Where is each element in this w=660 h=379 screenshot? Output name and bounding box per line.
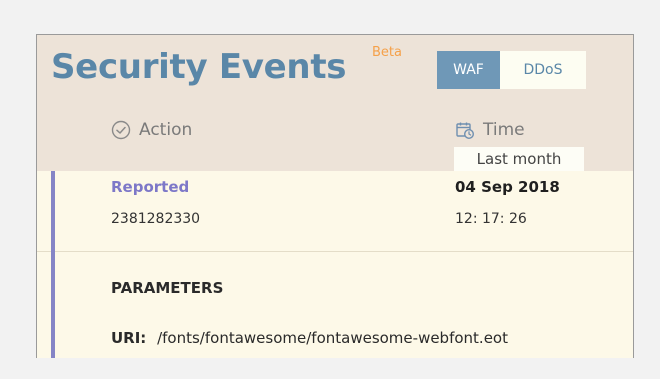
column-header-time[interactable]: Time	[455, 120, 525, 140]
check-circle-icon	[111, 120, 131, 140]
event-accent-bar	[51, 171, 55, 358]
column-header-action[interactable]: Action	[111, 120, 192, 140]
event-date: 04 Sep 2018	[455, 178, 560, 196]
parameters-heading: PARAMETERS	[111, 279, 224, 297]
tab-waf[interactable]: WAF	[437, 51, 500, 89]
uri-value: /fonts/fontawesome/fontawesome-webfont.e…	[157, 329, 508, 347]
column-label-time: Time	[483, 120, 525, 140]
tab-ddos[interactable]: DDoS	[500, 51, 586, 89]
security-events-panel: Security Events Beta WAF DDoS Action Tim…	[36, 34, 634, 358]
page-title: Security Events	[51, 47, 347, 87]
calendar-clock-icon	[455, 120, 475, 140]
time-range-filter[interactable]: Last month	[454, 147, 584, 171]
column-label-action: Action	[139, 120, 193, 140]
event-id: 2381282330	[111, 211, 201, 227]
uri-row: URI: /fonts/fontawesome/fontawesome-webf…	[111, 329, 508, 347]
uri-label: URI:	[111, 329, 147, 347]
event-time: 12: 17: 26	[455, 211, 527, 227]
event-type-tabs: WAF DDoS	[437, 51, 586, 89]
event-status-link[interactable]: Reported	[111, 178, 189, 196]
beta-badge: Beta	[372, 45, 402, 60]
